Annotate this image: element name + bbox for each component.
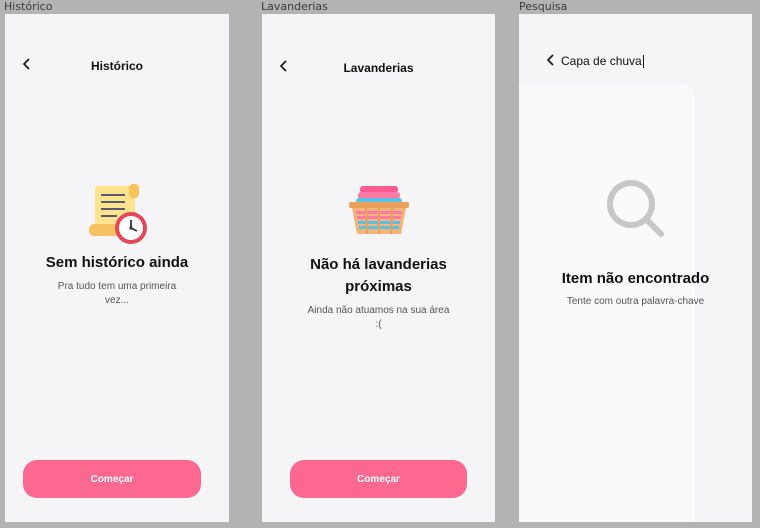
empty-state-title: Sem histórico ainda	[45, 254, 189, 271]
empty-state-subtitle: Tente com outra palavra-chave	[566, 296, 705, 307]
laundry-basket-icon	[348, 186, 409, 235]
start-button[interactable]: Começar	[290, 460, 467, 498]
start-button[interactable]: Começar	[23, 460, 201, 498]
lavanderias-screen: Lavanderias Não há lavanderias próximas …	[262, 14, 495, 522]
search-icon	[606, 180, 664, 237]
frame-label-historico: Histórico	[4, 0, 53, 13]
search-bar[interactable]: Capa de chuva	[541, 52, 742, 72]
page-title: Lavanderias	[343, 61, 414, 75]
scroll-clock-icon	[89, 184, 147, 244]
historico-screen: Histórico Sem histórico ainda Pra tudo t…	[5, 14, 229, 522]
text-cursor	[642, 55, 644, 69]
chevron-left-icon[interactable]	[543, 54, 559, 70]
search-input[interactable]: Capa de chuva	[561, 52, 644, 70]
page-title: Histórico	[90, 59, 143, 73]
frame-label-lavanderias: Lavanderias	[261, 0, 328, 13]
empty-state-subtitle: Pra tudo tem uma primeira vez...	[57, 281, 177, 306]
header: Histórico	[5, 54, 229, 82]
empty-state-subtitle: Ainda não atuamos na sua área :(	[307, 305, 450, 330]
frame-label-pesquisa: Pesquisa	[519, 0, 568, 13]
empty-state-title: Item não encontrado	[561, 270, 710, 287]
header: Lavanderias	[262, 56, 495, 84]
pesquisa-screen: Capa de chuva Item não encontrado Tente …	[519, 14, 752, 522]
search-input-value: Capa de chuva	[561, 54, 642, 68]
empty-state-title: Não há lavanderias próximas	[310, 256, 447, 295]
